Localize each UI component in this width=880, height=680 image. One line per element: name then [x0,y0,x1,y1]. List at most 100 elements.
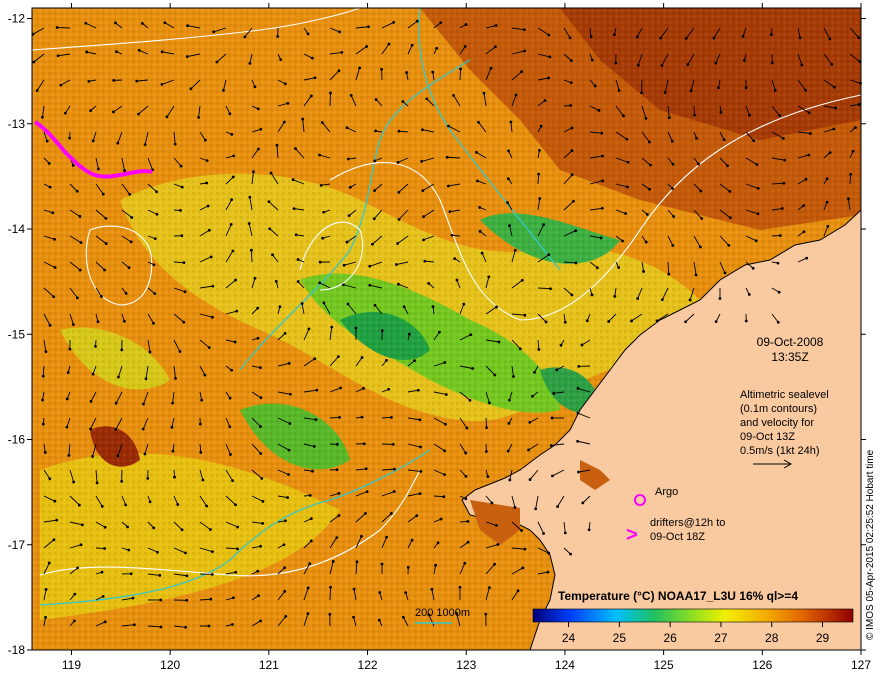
velocity-arrow-head [397,190,401,194]
velocity-arrow-head [697,162,700,166]
lon-tick-label: 121 [259,658,279,672]
velocity-arrow-head [209,597,213,601]
velocity-arrow-head [699,189,703,193]
velocity-arrow-head [52,295,56,299]
velocity-arrow-head [283,82,287,86]
velocity-arrow-head [374,98,378,101]
velocity-arrow-head [776,320,780,324]
velocity-arrow-head [550,416,554,420]
velocity-arrow-head [497,340,501,344]
velocity-arrow-head [442,495,446,499]
velocity-arrow-head [798,36,802,40]
velocity-arrow-head [367,25,370,29]
velocity-arrow-head [636,63,640,67]
velocity-arrow-head [477,120,480,124]
velocity-arrow-head [373,159,377,163]
velocity-arrow-head [292,207,296,210]
velocity-arrow-head [339,386,342,390]
velocity-arrow-head [589,35,593,39]
velocity-arrow-head [203,373,207,377]
velocity-arrow-head [201,478,205,482]
velocity-arrow-head [259,396,263,400]
velocity-arrow-head [630,319,633,323]
velocity-arrow-head [211,284,215,288]
velocity-arrow-head [124,503,128,507]
velocity-arrow-head [89,427,92,431]
velocity-arrow-head [549,287,552,291]
velocity-arrow-head [455,278,459,282]
velocity-arrow-head [45,139,49,143]
velocity-arrow-head [96,320,100,324]
velocity-arrow-head [52,538,56,542]
velocity-arrow-head [452,93,455,97]
velocity-arrow-head [65,425,69,429]
velocity-arrow-head [308,493,312,497]
velocity-arrow-head [79,543,83,547]
velocity-arrow-head [358,66,362,70]
velocity-arrow-head [123,319,126,323]
velocity-arrow-head [493,373,497,377]
velocity-arrow-head [471,367,475,370]
velocity-arrow-head [443,449,447,453]
velocity-arrow-head [180,185,184,189]
velocity-arrow-head [533,371,536,374]
velocity-arrow-head [431,70,435,74]
velocity-arrow-head [744,86,748,90]
velocity-arrow-head [689,89,693,92]
velocity-arrow-head [493,562,496,566]
velocity-arrow-head [486,475,490,478]
velocity-arrow [537,174,540,185]
velocity-arrow-head [644,240,648,244]
velocity-arrow-head [314,418,318,422]
velocity-arrow-head [613,33,616,37]
velocity-arrow-head [229,453,232,456]
velocity-arrow-head [228,396,232,400]
velocity-arrow-head [522,28,526,32]
velocity-arrow-head [259,452,263,455]
velocity-arrow-head [402,305,406,309]
velocity-arrow-head [438,330,441,334]
velocity-arrow-head [360,356,364,359]
velocity-arrow-head [625,137,629,141]
velocity-arrow-head [805,256,809,260]
velocity-arrow-head [100,295,103,298]
velocity-arrow-head [463,45,467,48]
credit-label: © IMOS 05-Apr-2015 02:25:52 Hobart time [865,449,876,640]
velocity-arrow-head [362,386,365,390]
velocity-arrow-head [396,242,400,245]
velocity-arrow-head [484,450,488,453]
velocity-arrow-head [660,298,664,301]
velocity-arrow-head [197,116,200,119]
velocity-arrow-head [670,139,674,143]
velocity-arrow-head [279,58,283,61]
velocity-arrow-head [228,112,232,116]
velocity-arrow-head [569,81,573,85]
velocity-arrow-head [232,154,236,158]
velocity-arrow-head [607,320,611,323]
velocity-arrow-head [648,187,651,191]
altimetry-line-3: and velocity for [740,417,814,429]
velocity-arrow-head [747,293,751,296]
time-label: 13:35Z [771,350,808,364]
velocity-arrow-head [773,88,777,92]
velocity-arrow-head [781,136,785,140]
velocity-arrow-head [256,306,260,310]
velocity-arrow-head [686,63,690,67]
velocity-arrow-head [431,305,435,309]
velocity-arrow-head [286,101,290,105]
velocity-arrow-head [313,76,317,80]
velocity-arrow-head [537,348,541,351]
velocity-arrow-head [514,93,518,97]
velocity-arrow-head [547,253,551,257]
velocity-arrow-head [63,111,67,115]
velocity-arrow-head [234,278,237,282]
velocity-arrow-head [71,323,75,326]
velocity-arrow-head [95,481,99,485]
velocity-arrow-head [569,104,573,107]
velocity-arrow-head [269,171,273,175]
velocity-arrow-head [478,206,482,209]
velocity-arrow-head [655,319,659,323]
drifter-marker-icon: > [626,524,638,546]
velocity-arrow-head [123,169,126,172]
velocity-arrow-head [306,586,310,590]
